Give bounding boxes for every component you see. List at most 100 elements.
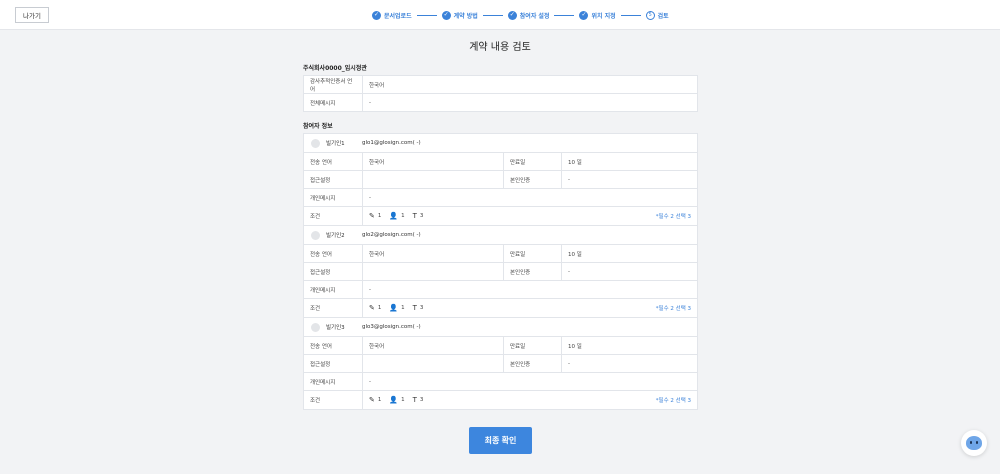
table-row: 전체메시지 - <box>303 93 698 112</box>
step-label: 검토 <box>657 12 669 20</box>
message-label: 개인메시지 <box>304 281 363 298</box>
person-count: 1 <box>401 305 405 311</box>
text-count: 3 <box>419 397 424 403</box>
send-language-label: 전송 언어 <box>304 245 363 262</box>
text-icon: T <box>412 304 417 312</box>
table-row: 조건 ✎ 1 👤 1 T 3 *필수 2 선택 3 <box>304 391 697 409</box>
table-row: 접근설정 본인인증 - <box>304 171 697 189</box>
audit-language-label: 감사추적인증서 언어 <box>303 75 363 94</box>
message-value: - <box>369 194 371 201</box>
message-value: - <box>369 378 371 385</box>
person-icon: 👤 <box>389 212 399 220</box>
step-label: 참여자 설정 <box>519 12 550 20</box>
auth-value: - <box>568 176 570 183</box>
table-row: 조건 ✎ 1 👤 1 T 3 *필수 2 선택 3 <box>304 207 697 225</box>
access-value <box>363 355 504 372</box>
global-message-value: - <box>362 93 698 112</box>
participant-card: 빌기인1 glo1@glosign.com( -) 전송 언어 한국어 만료일 … <box>303 133 698 226</box>
condition-label: 조건 <box>304 391 363 409</box>
text-count: 3 <box>419 213 424 219</box>
table-row: 전송 언어 한국어 만료일 10 일 <box>304 245 697 263</box>
table-row: 접근설정 본인인증 - <box>304 263 697 281</box>
step-upload: ✓ 문서업로드 <box>372 10 412 20</box>
participant-header: 빌기인1 glo1@glosign.com( -) <box>304 134 697 153</box>
check-icon: ✓ <box>579 10 589 20</box>
step-label: 계약 방법 <box>453 12 478 20</box>
step-connector <box>620 14 641 16</box>
back-button[interactable]: 나가기 <box>15 7 49 23</box>
step-label: 위치 지정 <box>591 12 616 20</box>
participant-email: glo3@glosign.com( -) <box>362 324 421 330</box>
step-position: ✓ 위치 지정 <box>579 10 616 20</box>
required-summary: *필수 2 선택 3 <box>655 214 691 220</box>
participant-name: 빌기인3 <box>326 325 345 331</box>
document-info-table: 감사추적인증서 언어 한국어 전체메시지 - <box>303 75 698 112</box>
send-language-value: 한국어 <box>363 245 504 262</box>
avatar <box>311 138 320 148</box>
message-label: 개인메시지 <box>304 189 363 206</box>
chatbot-icon <box>966 436 982 450</box>
participant-name: 빌기인2 <box>326 233 345 239</box>
access-value <box>363 263 504 280</box>
final-confirm-button[interactable]: 최종 확인 <box>469 427 532 454</box>
pen-icon: ✎ <box>369 396 375 404</box>
auth-label: 본인인증 <box>504 171 562 188</box>
pen-icon: ✎ <box>369 304 375 312</box>
check-icon: ✓ <box>372 10 381 20</box>
participants-title: 참여자 정보 <box>303 123 333 130</box>
text-icon: T <box>412 212 417 220</box>
send-language-value: 한국어 <box>363 337 504 354</box>
required-summary: *필수 2 선택 3 <box>655 398 691 404</box>
auth-label: 본인인증 <box>504 355 562 372</box>
participant-name: 빌기인1 <box>326 141 345 147</box>
step-review: 5 검토 <box>645 10 669 20</box>
table-row: 접근설정 본인인증 - <box>304 355 697 373</box>
audit-language-value: 한국어 <box>362 75 698 94</box>
participant-email: glo1@glosign.com( -) <box>362 140 421 146</box>
access-label: 접근설정 <box>304 355 363 372</box>
page-title: 계약 내용 검토 <box>469 42 531 53</box>
expiry-value: 10 일 <box>568 159 582 166</box>
person-count: 1 <box>401 397 405 403</box>
step-connector <box>416 14 437 16</box>
participant-card: 빌기인3 glo3@glosign.com( -) 전송 언어 한국어 만료일 … <box>303 317 698 410</box>
message-value: - <box>369 286 371 293</box>
expiry-label: 만료일 <box>504 337 562 354</box>
access-label: 접근설정 <box>304 263 363 280</box>
message-label: 개인메시지 <box>304 373 363 390</box>
access-label: 접근설정 <box>304 171 363 188</box>
participant-header: 빌기인2 glo2@glosign.com( -) <box>304 226 697 245</box>
avatar <box>311 322 320 332</box>
document-title: 주식회사0000_임시정관 <box>303 65 367 72</box>
chatbot-button[interactable] <box>961 430 987 456</box>
condition-value: ✎ 1 👤 1 T 3 *필수 2 선택 3 <box>363 391 697 409</box>
auth-value: - <box>568 360 570 367</box>
participant-card: 빌기인2 glo2@glosign.com( -) 전송 언어 한국어 만료일 … <box>303 225 698 318</box>
condition-label: 조건 <box>304 207 363 225</box>
send-language-value: 한국어 <box>363 153 504 170</box>
check-icon: ✓ <box>507 10 517 20</box>
person-count: 1 <box>401 213 405 219</box>
participant-email: glo2@glosign.com( -) <box>362 232 421 238</box>
table-row: 전송 언어 한국어 만료일 10 일 <box>304 337 697 355</box>
auth-value: - <box>568 268 570 275</box>
send-language-label: 전송 언어 <box>304 153 363 170</box>
person-icon: 👤 <box>389 304 399 312</box>
sign-count: 1 <box>377 213 382 219</box>
text-icon: T <box>412 396 417 404</box>
table-row: 감사추적인증서 언어 한국어 <box>303 75 698 94</box>
expiry-label: 만료일 <box>504 245 562 262</box>
check-icon: ✓ <box>441 10 451 20</box>
sign-count: 1 <box>377 397 382 403</box>
sign-count: 1 <box>377 305 382 311</box>
required-summary: *필수 2 선택 3 <box>655 306 691 312</box>
top-bar: 나가기 ✓ 문서업로드 ✓ 계약 방법 ✓ 참여자 설정 ✓ 위치 지정 5 검… <box>0 0 1000 30</box>
step-progress: ✓ 문서업로드 ✓ 계약 방법 ✓ 참여자 설정 ✓ 위치 지정 5 검토 <box>372 9 669 21</box>
table-row: 개인메시지 - <box>304 281 697 299</box>
expiry-value: 10 일 <box>568 343 582 350</box>
step-connector <box>482 14 503 16</box>
participant-header: 빌기인3 glo3@glosign.com( -) <box>304 318 697 337</box>
table-row: 개인메시지 - <box>304 189 697 207</box>
auth-label: 본인인증 <box>504 263 562 280</box>
step-label: 문서업로드 <box>384 12 412 20</box>
